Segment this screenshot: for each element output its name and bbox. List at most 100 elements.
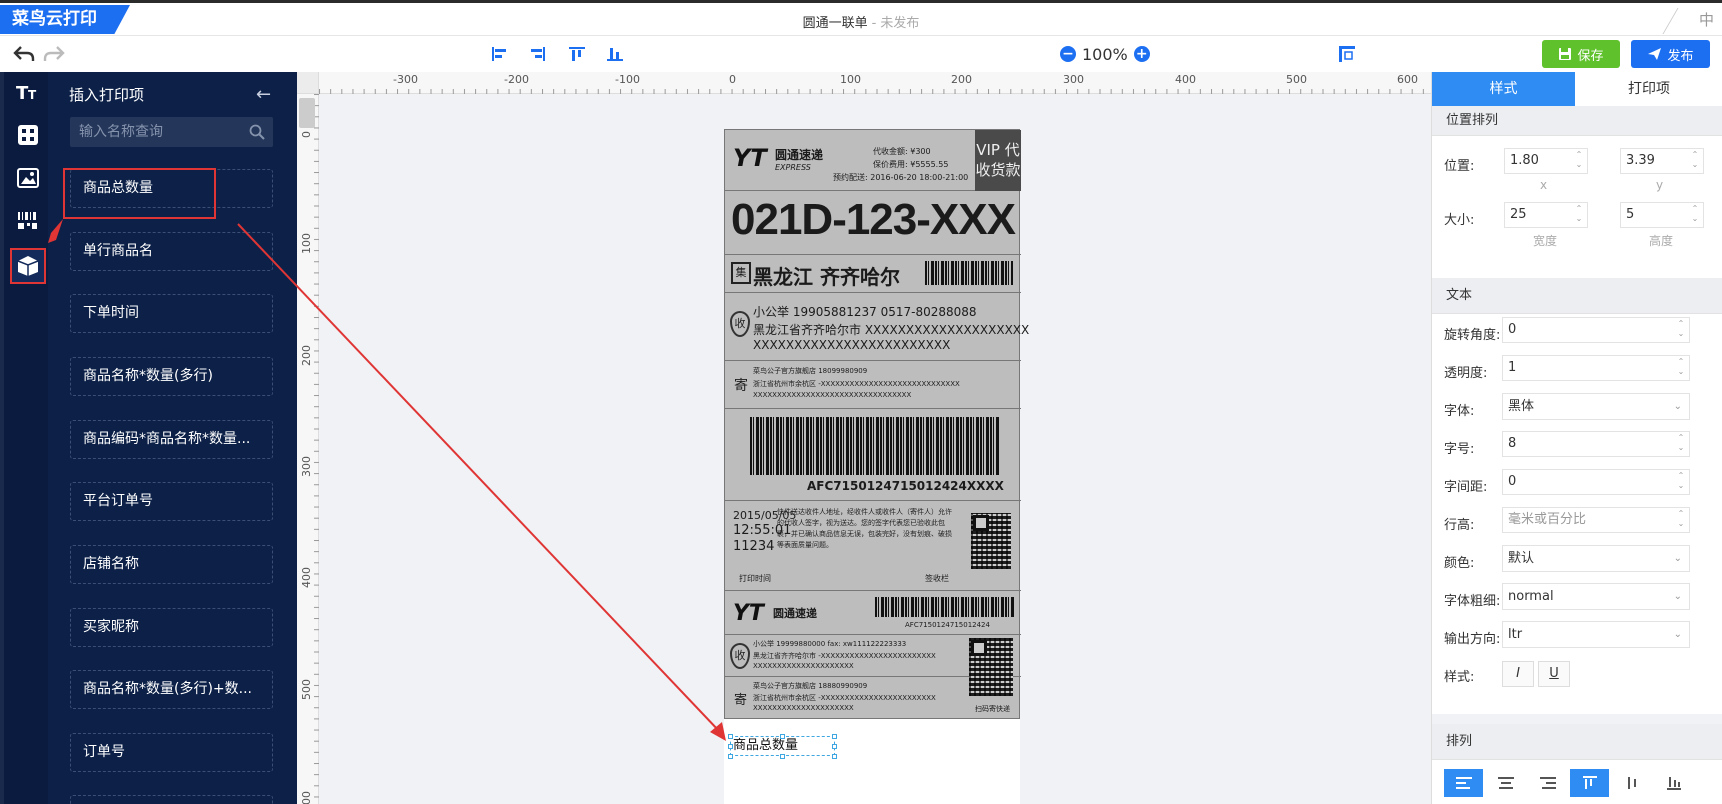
text-align-center-icon[interactable] (1486, 769, 1525, 797)
text-align-right-icon[interactable] (1528, 769, 1567, 797)
direction-select[interactable]: ltr ⌄ (1502, 621, 1690, 648)
position-label: 位置: (1444, 159, 1475, 174)
spinner-icon[interactable]: ⌃ ⌄ (1675, 357, 1687, 379)
size-label: 大小: (1444, 213, 1475, 228)
vertical-align-top-icon[interactable] (1570, 769, 1609, 797)
tab-style[interactable]: 样式 (1432, 72, 1575, 106)
vip-line: VIP 代 (976, 141, 1020, 159)
align-top-icon[interactable] (565, 42, 589, 66)
width-input[interactable]: 25 ⌃ ⌄ (1504, 202, 1588, 228)
resize-handle[interactable] (780, 734, 785, 739)
field-item[interactable]: 订单号 (70, 733, 273, 772)
spacing-input[interactable]: 0 ⌃ ⌄ (1502, 469, 1690, 495)
rotate-input[interactable]: 0 ⌃ ⌄ (1502, 317, 1690, 343)
height-input[interactable]: 5 ⌃ ⌄ (1620, 202, 1704, 228)
spinner-icon[interactable]: ⌃ ⌄ (1689, 150, 1701, 172)
field-item[interactable]: 商品名称*数量(多行)+数... (70, 670, 273, 709)
opacity-input[interactable]: 1 ⌃ ⌄ (1502, 355, 1690, 381)
field-item[interactable]: 买家昵称 (70, 608, 273, 647)
spinner-icon[interactable]: ⌃ ⌄ (1675, 509, 1687, 531)
rotate-label: 旋转角度: (1444, 328, 1501, 343)
properties-tabs: 样式 打印项 (1432, 72, 1722, 106)
grid-tool-icon[interactable] (10, 117, 46, 153)
ruler-scroll-thumb[interactable] (299, 98, 315, 128)
resize-handle[interactable] (728, 744, 733, 749)
y-caption: y (1656, 178, 1664, 192)
field-item[interactable]: 商品名称*数量(多行) (70, 357, 273, 396)
resize-handle[interactable] (832, 734, 837, 739)
spinner-icon[interactable]: ⌃ ⌄ (1675, 319, 1687, 341)
resize-handle[interactable] (832, 744, 837, 749)
placed-field-total-quantity[interactable]: 商品总数量 (730, 736, 835, 756)
publish-button[interactable]: 发布 (1631, 40, 1710, 68)
yto-logo: YT (733, 144, 767, 172)
spinner-icon[interactable]: ⌃ ⌄ (1573, 150, 1585, 172)
fontsize-input[interactable]: 8 ⌃ ⌄ (1502, 431, 1690, 457)
field-item[interactable]: 平台订单号 (70, 482, 273, 521)
field-item[interactable]: 下单时间 (70, 294, 273, 333)
resize-handle[interactable] (832, 754, 837, 759)
panel-title: 插入打印项 (69, 86, 145, 104)
resize-handle[interactable] (728, 734, 733, 739)
text-align-left-icon[interactable] (1444, 769, 1483, 797)
resize-handle[interactable] (728, 754, 733, 759)
title-bar: 菜鸟云打印 圆通一联单 - 未发布 中 (0, 0, 1722, 36)
barcode-tool-icon[interactable] (10, 203, 46, 239)
vertical-align-bottom-icon[interactable] (1654, 769, 1693, 797)
spinner-icon[interactable]: ⌃ ⌄ (1689, 204, 1701, 226)
position-x-input[interactable]: 1.80 ⌃ ⌄ (1504, 148, 1588, 174)
field-item-partial[interactable] (70, 795, 273, 804)
italic-button[interactable]: I (1502, 661, 1534, 687)
field-item[interactable]: 单行商品名 (70, 232, 273, 271)
main-barcode-row: AFC7150124715012424XXXX (725, 409, 1021, 501)
language-switch[interactable]: 中 (1662, 6, 1722, 34)
window-top-edge (0, 0, 1722, 3)
design-canvas[interactable]: -300 -200 -100 0 100 200 300 400 500 600… (297, 72, 1431, 804)
stub-recipient-address: 黑龙江省齐齐哈尔市 -XXXXXXXXXXXXXXXXXXXXXXXX (753, 652, 936, 660)
zoom-out-button[interactable]: − (1060, 46, 1076, 62)
position-y-input[interactable]: 3.39 ⌃ ⌄ (1620, 148, 1704, 174)
appointment: 预约配送: 2016-06-20 18:00-21:00 (833, 173, 969, 182)
sender-row: 寄 菜鸟公子官方旗舰店 18099980909 浙江省杭州市余杭区 -XXXXX… (725, 361, 1021, 409)
redo-icon[interactable] (42, 42, 66, 66)
text-tool-icon[interactable]: TT (10, 74, 46, 110)
label-paper[interactable]: YT 圆通速递 EXPRESS 代收金额: ¥300 保价费用: ¥5555.5… (724, 129, 1029, 804)
spinner-icon[interactable]: ⌃ ⌄ (1573, 204, 1585, 226)
arrange-buttons (1444, 769, 1708, 797)
field-item[interactable]: 店铺名称 (70, 545, 273, 584)
package-tool-icon[interactable] (10, 248, 46, 284)
qr-code (971, 513, 1011, 569)
ruler-ticks-vertical (310, 94, 319, 804)
tab-print-item[interactable]: 打印项 (1575, 72, 1722, 106)
snap-grid-icon[interactable] (1335, 42, 1359, 66)
field-item[interactable]: 商品编码*商品名称*数量... (70, 420, 273, 459)
resize-handle[interactable] (780, 754, 785, 759)
weight-value: normal (1508, 589, 1554, 604)
spinner-icon[interactable]: ⌃ ⌄ (1675, 471, 1687, 493)
align-right-icon[interactable] (525, 42, 549, 66)
search-icon[interactable] (249, 124, 265, 140)
lineheight-input[interactable]: 毫米或百分比 ⌃ ⌄ (1502, 507, 1690, 533)
section-arrange: 排列 (1432, 724, 1722, 760)
font-select[interactable]: 黑体 ⌄ (1502, 393, 1690, 420)
font-style-group: I U (1502, 661, 1582, 687)
undo-icon[interactable] (12, 42, 36, 66)
align-bottom-icon[interactable] (603, 42, 627, 66)
section-text: 文本 (1432, 278, 1722, 314)
zoom-in-button[interactable]: + (1133, 46, 1150, 62)
image-tool-icon[interactable] (10, 160, 46, 196)
yto-logo-small: YT (733, 601, 764, 626)
chevron-down-icon: ⌄ (1673, 629, 1682, 640)
distribution-row: 集 黑龙江 齐齐哈尔 (725, 255, 1021, 293)
underline-button[interactable]: U (1538, 661, 1570, 687)
back-arrow-icon[interactable]: ← (256, 84, 271, 105)
search-input[interactable] (70, 117, 240, 147)
barcode-number: AFC7150124715012424XXXX (807, 479, 1004, 493)
save-button[interactable]: 保存 (1542, 40, 1620, 68)
weight-select[interactable]: normal ⌄ (1502, 583, 1690, 610)
color-select[interactable]: 默认 ⌄ (1502, 545, 1690, 572)
vertical-align-middle-icon[interactable] (1612, 769, 1651, 797)
sender-address-cont: XXXXXXXXXXXXXXXXXXXXXXXXXXXXXXXXX (753, 391, 912, 399)
align-left-icon[interactable] (488, 42, 512, 66)
spinner-icon[interactable]: ⌃ ⌄ (1675, 433, 1687, 455)
